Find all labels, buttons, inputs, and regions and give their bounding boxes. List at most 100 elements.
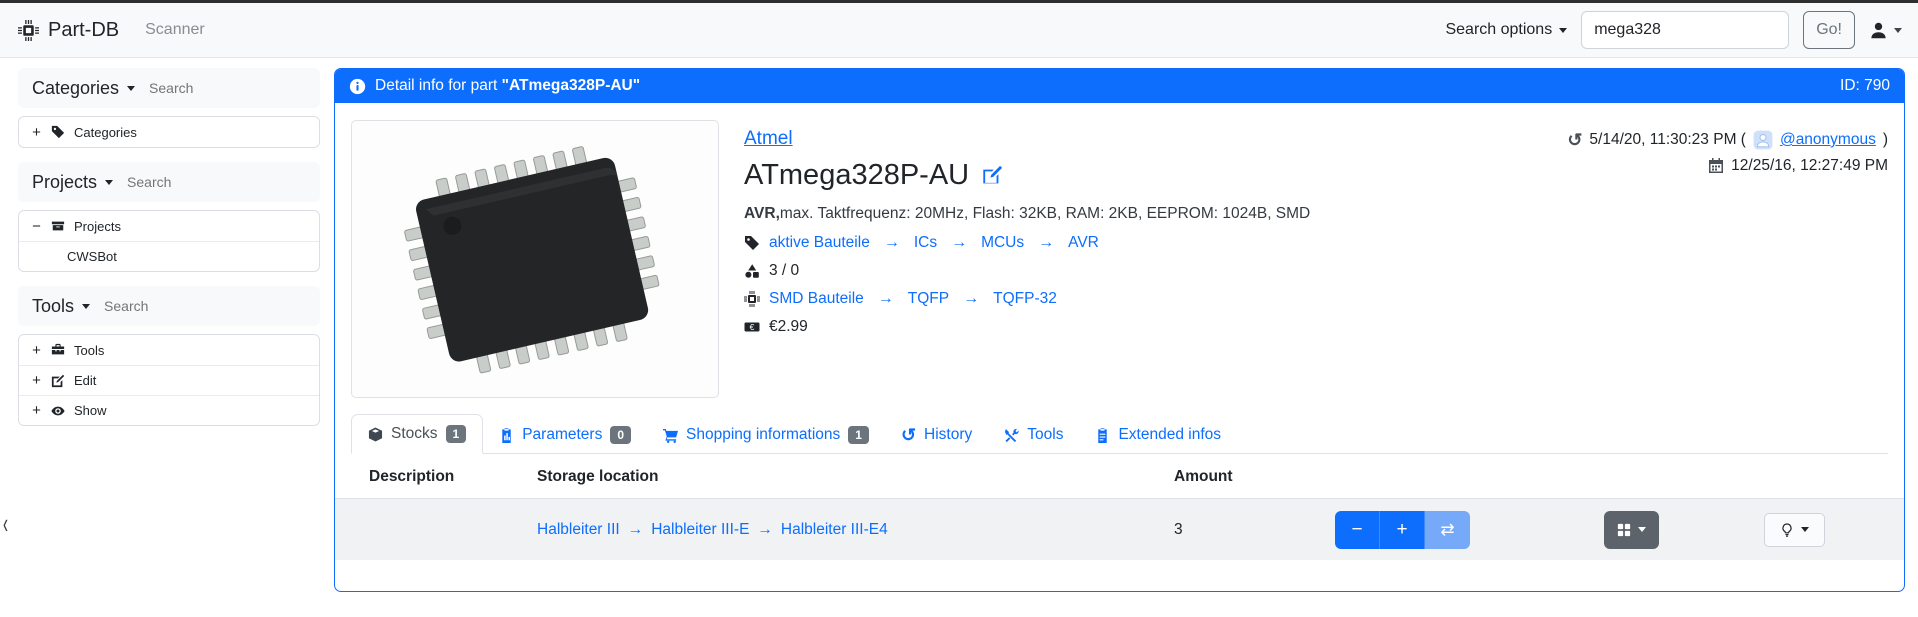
tab-label: Parameters [522,426,602,444]
expand-icon[interactable]: + [31,124,42,141]
tab-parameters[interactable]: Parameters 0 [483,416,647,454]
last-modified-line: ↺ 5/14/20, 11:30:23 PM ( @anonymous) [1567,130,1888,150]
tree-item-edit[interactable]: + Edit [19,365,319,395]
eye-icon [51,404,65,418]
tab-shopping-informations[interactable]: Shopping informations 1 [647,416,885,454]
footprint-link[interactable]: TQFP-32 [993,290,1057,308]
svg-text:€: € [750,322,755,332]
search-options-label: Search options [1445,21,1552,39]
footprint-link[interactable]: SMD Bauteile [769,290,864,308]
tab-tools[interactable]: Tools [988,416,1079,454]
microchip-icon [744,291,760,307]
tree-item-projects[interactable]: − Projects [19,211,319,241]
projects-tree: − Projects CWSBot [18,210,320,272]
category-link[interactable]: AVR [1068,234,1099,252]
tab-stocks[interactable]: Stocks 1 [351,414,483,454]
tree-item-cwsbot[interactable]: CWSBot [19,241,319,271]
led-locate-dropdown[interactable] [1764,513,1825,547]
tab-label: Shopping informations [686,426,840,444]
microchip-logo-icon [18,20,39,41]
search-input[interactable] [1581,11,1789,49]
manufacturer-link[interactable]: Atmel [744,128,793,149]
clock-history-icon: ↺ [901,426,916,444]
col-amount: Amount [1174,468,1335,486]
tree-item-categories[interactable]: + Categories [19,117,319,147]
arrow-right-icon: → [963,290,979,308]
nav-link-scanner[interactable]: Scanner [145,21,205,39]
arrow-right-icon: → [628,521,644,539]
storage-location-link[interactable]: Halbleiter III-E [651,521,749,539]
label-generator-dropdown[interactable] [1604,511,1659,549]
part-image[interactable] [351,120,719,398]
chevron-down-icon [1638,527,1646,532]
search-go-button[interactable]: Go! [1803,11,1855,49]
tab-label: Stocks [391,425,438,443]
storage-location-link[interactable]: Halbleiter III-E4 [781,521,888,539]
clipboard-data-icon [499,428,514,443]
expand-icon[interactable]: + [31,342,42,359]
tab-label: History [924,426,972,444]
category-link[interactable]: MCUs [981,234,1024,252]
tree-item-label: Categories [74,125,137,140]
categories-search-input[interactable] [149,80,269,96]
price-value: €2.99 [769,318,808,336]
tools-dropdown[interactable]: Tools [32,296,74,317]
expand-icon[interactable]: + [31,372,42,389]
chevron-down-icon[interactable] [127,86,135,91]
stocks-table: Description Storage location Amount Halb… [335,454,1904,560]
search-options-dropdown[interactable]: Search options [1445,21,1567,39]
storage-location-link[interactable]: Halbleiter III [537,521,620,539]
tree-item-label: Tools [74,343,104,358]
clipboard-list-icon [1095,428,1110,443]
categories-dropdown[interactable]: Categories [32,78,119,99]
part-detail-card: Detail info for part "ATmega328P-AU" ID:… [334,68,1905,592]
part-description: AVR,max. Taktfrequenz: 20MHz, Flash: 32K… [744,205,1310,223]
col-description: Description [369,468,537,486]
brand-label: Part-DB [48,19,119,42]
avatar-icon [1753,130,1773,150]
edit-part-icon[interactable] [982,165,1003,186]
tree-item-tools[interactable]: + Tools [19,335,319,365]
last-modified-value: 5/14/20, 11:30:23 PM ( [1589,131,1746,149]
chevron-down-icon[interactable] [82,304,90,309]
decrease-amount-button[interactable]: − [1335,511,1380,549]
tools-icon [1004,428,1019,443]
arrow-right-icon: → [878,290,894,308]
stock-summary-line: 3 / 0 [744,262,1310,280]
chevron-down-icon [1801,527,1809,532]
money-icon: € [744,319,760,335]
tools-search-input[interactable] [104,298,224,314]
projects-search-input[interactable] [127,174,247,190]
tab-history[interactable]: ↺ History [885,416,988,454]
arrow-right-icon: → [757,521,773,539]
stock-actions: − + ⇄ [1335,511,1904,549]
timestamps: ↺ 5/14/20, 11:30:23 PM ( @anonymous) [1567,120,1888,398]
category-link[interactable]: ICs [914,234,937,252]
sidebar-section-tools-header: Tools [18,286,320,326]
user-link[interactable]: @anonymous [1780,131,1876,149]
sidebar-collapse-toggle[interactable]: ‹ [0,508,11,540]
col-storage-location: Storage location [537,468,1174,486]
tab-badge: 0 [610,426,631,444]
increase-amount-button[interactable]: + [1380,511,1425,549]
category-link[interactable]: aktive Bauteile [769,234,870,252]
lightbulb-icon [1780,523,1794,537]
projects-dropdown[interactable]: Projects [32,172,97,193]
chevron-down-icon[interactable] [105,180,113,185]
calendar-icon [1708,158,1724,174]
arrow-right-icon: → [884,234,900,252]
archive-icon [51,219,65,233]
user-menu-dropdown[interactable] [1869,21,1902,40]
info-circle-icon [349,78,366,95]
chip-photo [370,134,700,384]
move-stock-button[interactable]: ⇄ [1425,511,1470,549]
collapse-icon[interactable]: − [31,218,42,235]
part-tabs: Stocks 1 Parameters 0 [351,414,1888,454]
tab-extended-infos[interactable]: Extended infos [1079,416,1237,454]
brand[interactable]: Part-DB [18,19,119,42]
cart-icon [663,428,678,443]
footprint-link[interactable]: TQFP [908,290,949,308]
clock-history-icon: ↺ [1567,131,1582,149]
expand-icon[interactable]: + [31,402,42,419]
tree-item-show[interactable]: + Show [19,395,319,425]
